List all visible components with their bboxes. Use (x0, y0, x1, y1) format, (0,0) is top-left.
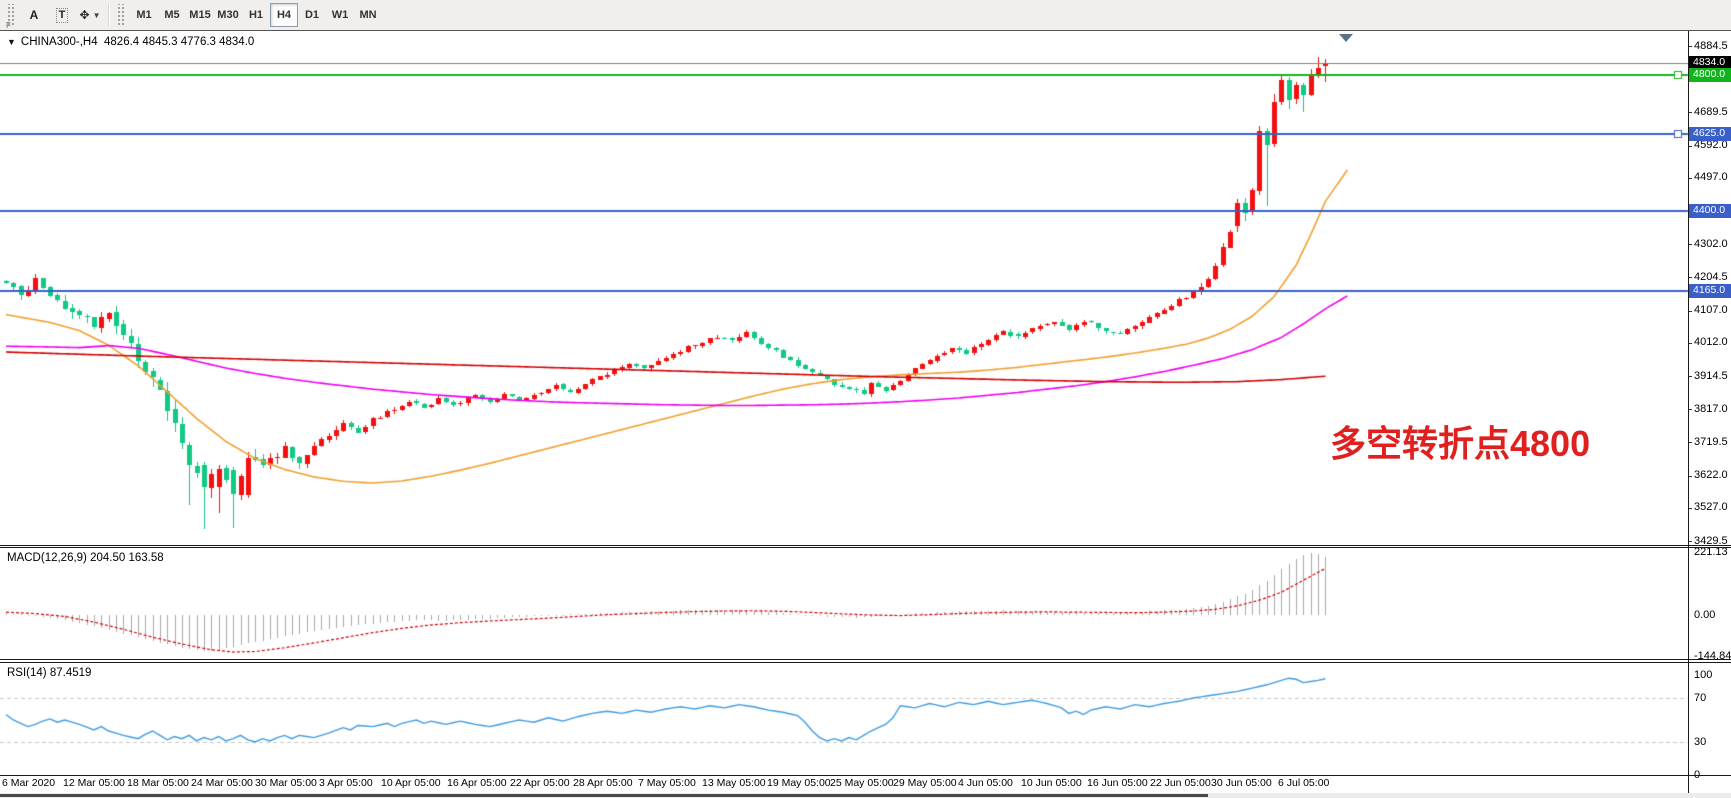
trading-platform-window: F A T ✥ ▼ M1M5M15M30H1H4D1W1MN ▼ CHINA300… (0, 0, 1731, 798)
time-label: 16 Apr 05:00 (447, 777, 507, 789)
time-label: 30 Mar 05:00 (255, 777, 317, 789)
pointer-tool-icon: ✥ (80, 8, 90, 22)
time-label: 18 Mar 05:00 (127, 777, 189, 789)
time-label: 22 Apr 05:00 (510, 777, 570, 789)
macd-scale-label: 0.00 (1694, 609, 1715, 621)
price-axis-border (1688, 31, 1689, 793)
time-label: 6 Jul 05:00 (1278, 777, 1329, 789)
chart-area: ▼ CHINA300-,H4 4826.4 4845.3 4776.3 4834.… (0, 30, 1731, 798)
panel-separator[interactable] (0, 547, 1731, 548)
toolbar: F A T ✥ ▼ M1M5M15M30H1H4D1W1MN (0, 0, 1731, 31)
price-tick-label: 3914.5 (1694, 370, 1728, 382)
macd-values: 204.50 163.58 (90, 552, 164, 564)
price-tick-label: 4884.5 (1694, 40, 1728, 52)
price-tick-label: 3527.0 (1694, 501, 1728, 513)
timeframe-button-H1[interactable]: H1 (242, 3, 270, 27)
time-label: 28 Apr 05:00 (573, 777, 633, 789)
horizontal-scrollbar[interactable] (0, 793, 1731, 798)
price-annotation-text[interactable]: 多空转折点4800 (1330, 415, 1590, 467)
timeframe-grip-icon[interactable] (116, 4, 126, 26)
text-tool-button[interactable]: T (49, 3, 75, 27)
timeframe-button-M15[interactable]: M15 (186, 3, 214, 27)
time-axis-border (0, 775, 1731, 776)
price-tick-label: 4497.0 (1694, 171, 1728, 183)
time-label: 12 Mar 05:00 (63, 777, 125, 789)
chart-ohlc-values: 4826.4 4845.3 4776.3 4834.0 (104, 36, 254, 48)
font-tool-label: A (30, 8, 39, 22)
price-tick-label: 3817.0 (1694, 403, 1728, 415)
time-label: 4 Jun 05:00 (958, 777, 1013, 789)
timeframe-button-W1[interactable]: W1 (326, 3, 354, 27)
panel-separator[interactable] (0, 545, 1731, 546)
price-badge-4625.0: 4625.0 (1689, 127, 1731, 141)
time-label: 22 Jun 05:00 (1150, 777, 1211, 789)
chart-title: ▼ CHINA300-,H4 4826.4 4845.3 4776.3 4834.… (7, 36, 254, 48)
macd-scale-label: -144.84 (1694, 650, 1731, 662)
time-label: 29 May 05:00 (893, 777, 957, 789)
rsi-scale-label: 30 (1694, 736, 1706, 748)
toolbar-separator (108, 4, 110, 26)
toolbar-grip-icon[interactable]: F (6, 4, 16, 26)
time-label: 7 May 05:00 (638, 777, 696, 789)
time-label: 19 May 05:00 (767, 777, 831, 789)
horizontal-scrollbar-thumb[interactable] (0, 794, 1208, 797)
panel-separator[interactable] (0, 662, 1731, 663)
time-label: 24 Mar 05:00 (191, 777, 253, 789)
time-label: 13 May 05:00 (702, 777, 766, 789)
timeframe-button-D1[interactable]: D1 (298, 3, 326, 27)
time-label: 6 Mar 2020 (2, 777, 55, 789)
time-label: 25 May 05:00 (830, 777, 894, 789)
timeframe-button-M1[interactable]: M1 (130, 3, 158, 27)
time-label: 30 Jun 05:00 (1211, 777, 1272, 789)
rsi-scale-label: 100 (1694, 669, 1712, 681)
price-tick-label: 4204.5 (1694, 271, 1728, 283)
font-tool-button[interactable]: A (21, 3, 47, 27)
price-tick-label: 3622.0 (1694, 469, 1728, 481)
rsi-scale-label: 70 (1694, 692, 1706, 704)
price-badge-4400.0: 4400.0 (1689, 204, 1731, 218)
price-badge-4800.0: 4800.0 (1689, 68, 1731, 82)
rsi-title: RSI(14) (7, 667, 47, 679)
time-label: 10 Apr 05:00 (381, 777, 441, 789)
price-tick-label: 4689.5 (1694, 106, 1728, 118)
text-tool-label: T (56, 8, 69, 23)
rsi-indicator-label: RSI(14) 87.4519 (7, 667, 91, 679)
time-label: 16 Jun 05:00 (1087, 777, 1148, 789)
price-tick-label: 3719.5 (1694, 436, 1728, 448)
timeframe-toolbar: M1M5M15M30H1H4D1W1MN (130, 3, 382, 27)
rsi-value: 87.4519 (50, 667, 92, 679)
panel-separator[interactable] (0, 659, 1731, 660)
chart-symbol-label: CHINA300-,H4 (21, 36, 98, 48)
price-tick-label: 4107.0 (1694, 304, 1728, 316)
timeframe-button-M5[interactable]: M5 (158, 3, 186, 27)
macd-title: MACD(12,26,9) (7, 552, 87, 564)
dropdown-caret-icon: ▼ (93, 11, 101, 20)
price-badge-4165.0: 4165.0 (1689, 284, 1731, 298)
macd-indicator-label: MACD(12,26,9) 204.50 163.58 (7, 552, 164, 564)
arrow-marker-icon[interactable] (1339, 34, 1353, 42)
pointer-tool-button[interactable]: ✥ ▼ (77, 3, 103, 27)
timeframe-button-H4[interactable]: H4 (270, 3, 298, 27)
time-label: 3 Apr 05:00 (319, 777, 373, 789)
timeframe-button-MN[interactable]: MN (354, 3, 382, 27)
timeframe-button-M30[interactable]: M30 (214, 3, 242, 27)
price-tick-label: 4302.0 (1694, 238, 1728, 250)
time-label: 10 Jun 05:00 (1021, 777, 1082, 789)
chart-menu-arrow-icon[interactable]: ▼ (7, 37, 16, 47)
price-tick-label: 4012.0 (1694, 336, 1728, 348)
